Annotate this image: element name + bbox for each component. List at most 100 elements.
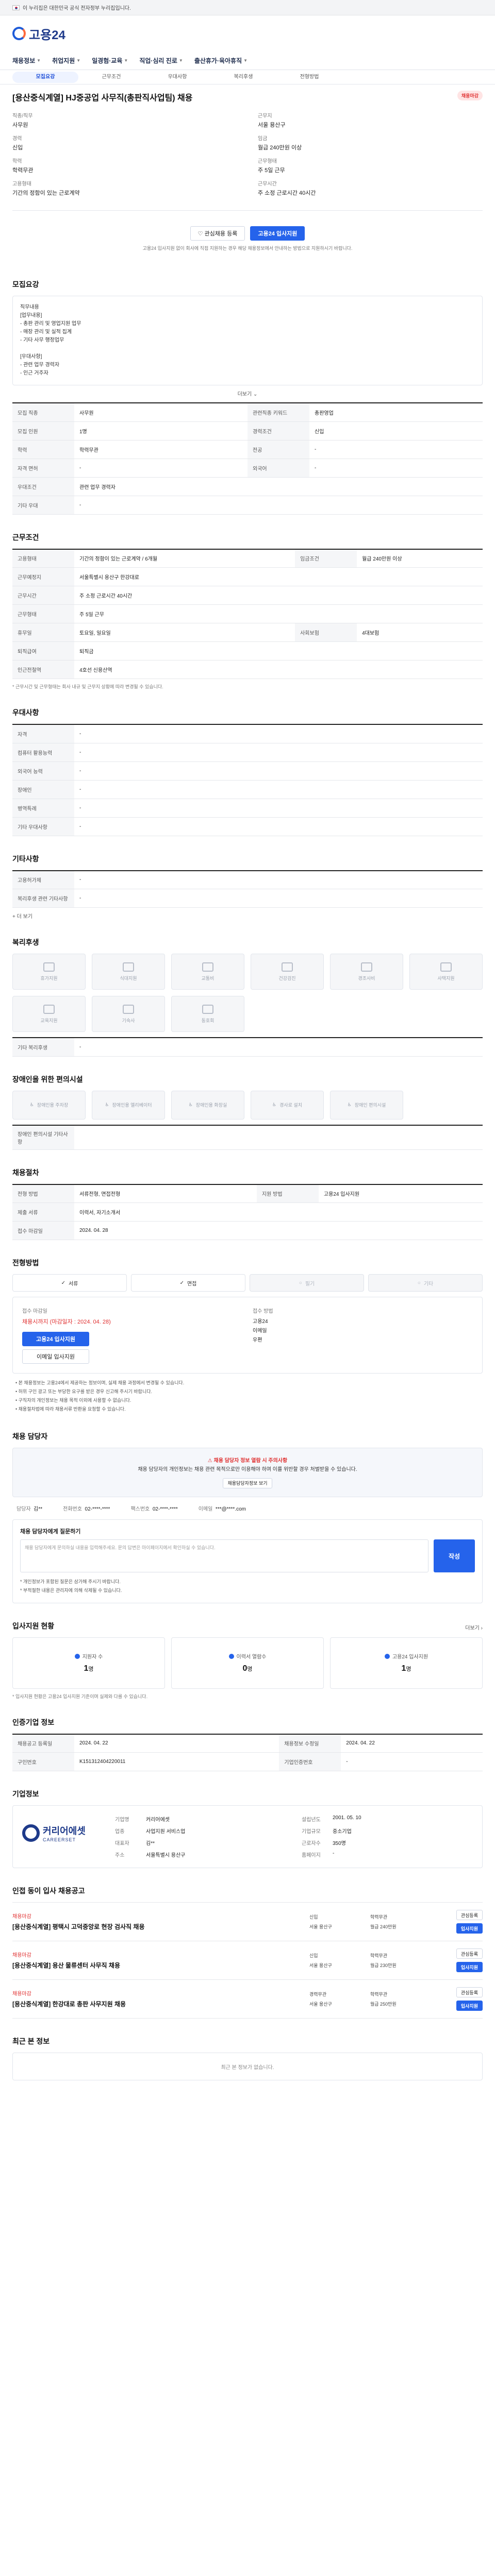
section-title-preference: 우대사항 <box>12 708 39 717</box>
table-cell: 1명 <box>74 421 248 440</box>
method-item: ✓ 서류 <box>12 1274 127 1292</box>
job-meta-item: 서울 용산구 <box>309 1924 332 1930</box>
section-title-accessibility: 장애인을 위한 편의시설 <box>12 1075 83 1083</box>
gnb-item-support[interactable]: 취업지원 ▼ <box>52 56 80 65</box>
apply-button[interactable]: 입사지원 <box>456 1962 483 1973</box>
job-title-link[interactable]: [용산중식계열] 한강대로 총판 사무지원 채용 <box>12 2000 301 2009</box>
gnb-item-career[interactable]: 직업·심리 진로 ▼ <box>139 56 183 65</box>
apply-button-2[interactable]: 고용24 입사지원 <box>22 1332 89 1346</box>
save-job-button[interactable]: 관심등록 <box>456 1910 483 1921</box>
table-row: 장애인 편의시설 기타사항 <box>12 1125 483 1150</box>
table-row: 병역특례 - <box>12 799 483 818</box>
company-info-value: 김** <box>146 1841 155 1847</box>
stat-card: 이력서 열람수 0명 <box>171 1637 324 1689</box>
company-info-row: 업종 사업지원 서비스업 <box>115 1827 286 1835</box>
save-job-button[interactable]: ♡ 관심채용 등록 <box>190 226 245 241</box>
chevron-down-icon: ▼ <box>124 58 128 63</box>
logo-icon <box>12 27 26 40</box>
benefit-icon <box>361 962 372 972</box>
method-grid: ✓ 서류 ✓ 면접 ○ 필기 ○ 기타 <box>12 1274 483 1292</box>
benefit-label: 식대지원 <box>120 975 137 981</box>
save-job-button[interactable]: 관심등록 <box>456 1987 483 1998</box>
tab-conditions[interactable]: 근무조건 <box>78 72 144 83</box>
table-row: 인근전철역 4호선 신용산역 <box>12 660 483 679</box>
question-input[interactable]: 채용 담당자에게 문의하실 내용을 입력해주세요. 문의 답변은 마이페이지에서… <box>20 1539 428 1573</box>
company-box: 커리어에셋 CAREERSET 기업명 커리어에셋 설립년도 2001. 05. 10… <box>12 1805 483 1869</box>
job-meta: 경력무관 학력무관 서울 용산구 월급 250만원 <box>309 1991 428 2007</box>
list-item[interactable]: 채용마감 [용산중식계열] 용산 물류센터 사무직 채용 신입 학력무관 서울 용산구 월… <box>12 1941 483 1979</box>
accessibility-card: ♿ 장애인용 주차장 <box>12 1090 86 1120</box>
section-title-company: 기업정보 <box>12 1790 39 1799</box>
table-cell: 4대보험 <box>357 623 483 642</box>
bullet-item: • 허위 구인 광고 또는 부당한 요구를 받은 경우 신고해 주시기 바랍니다… <box>15 1389 153 1395</box>
summary-item: 근무형태 주 5일 근무 <box>258 159 285 174</box>
table-header-cell: 근무형태 <box>12 604 74 623</box>
table-header-cell: 고용형태 <box>12 549 74 568</box>
table-cell: 고용24 입사지원 <box>318 1184 483 1203</box>
tab-selection[interactable]: 전형방법 <box>276 72 342 83</box>
table-cell: 퇴직금 <box>74 641 483 660</box>
question-box: 채용 담당자에게 질문하기 채용 담당자에게 문의하실 내용을 입력해주세요. … <box>12 1519 483 1603</box>
company-info-label: 대표자 <box>115 1841 129 1847</box>
benefit-extra-table: 기타 복리후생 - <box>12 1037 483 1057</box>
table-header-cell: 자격 <box>12 724 74 743</box>
question-submit-button[interactable]: 작성 <box>434 1539 475 1573</box>
table-row: 장애인 - <box>12 780 483 799</box>
section-title-etc: 기타사항 <box>12 854 39 863</box>
chevron-down-icon: ⌄ <box>253 392 258 397</box>
benefit-icon <box>202 962 213 972</box>
method-label: 필기 <box>305 1281 315 1287</box>
company-info-value: 서울특별시 용산구 <box>146 1853 186 1859</box>
table-row: 자격 - <box>12 724 483 743</box>
recruit-table: 모집 직종 사무원 관련직종 키워드 총판영업 모집 인원 1명 경력조건 신입 학력 학력무관 전… <box>12 402 483 515</box>
site-logo[interactable]: 고용24 <box>12 25 65 43</box>
tab-benefits[interactable]: 복리후생 <box>210 72 276 83</box>
table-cell: - <box>74 761 483 781</box>
tab-recruit[interactable]: 모집요강 <box>12 71 78 83</box>
accessibility-card: ♿ 장애인용 엘리베이터 <box>92 1090 165 1120</box>
view-contact-button[interactable]: 채용담당자정보 보기 <box>223 1478 272 1489</box>
more-button[interactable]: 더보기 ⌄ <box>12 385 483 397</box>
table-header-cell: 사회보험 <box>295 623 357 642</box>
table-cell: 토요일, 일요일 <box>74 623 295 642</box>
company-info-value: 사업지원 서비스업 <box>146 1829 186 1835</box>
apply-button[interactable]: 입사지원 <box>456 1923 483 1934</box>
job-title-link[interactable]: [용산중식계열] 용산 물류센터 사무직 채용 <box>12 1961 301 1970</box>
gnb-item-leave[interactable]: 출산휴가·육아휴직 ▼ <box>194 56 248 65</box>
table-cell: 기간의 정함이 있는 근로계약 / 6개월 <box>74 549 295 568</box>
table-header-cell: 인근전철역 <box>12 660 74 679</box>
job-title-link[interactable]: [용산중식계열] 평택시 고덕중앙로 현장 검사직 채용 <box>12 1923 301 1931</box>
job-status: 채용마감 <box>12 1953 31 1959</box>
gnb-item-training[interactable]: 일경험·교육 ▼ <box>92 56 128 65</box>
method-label: 면접 <box>187 1281 197 1287</box>
table-row: 구인번호 K151312404220011 기업인증번호 - <box>12 1752 483 1772</box>
list-item[interactable]: 채용마감 [용산중식계열] 평택시 고덕중앙로 현장 검사직 채용 신입 학력무관 서울… <box>12 1902 483 1941</box>
table-cell: 월급 240만원 이상 <box>357 549 483 568</box>
bullet-item: • 채용절차법에 따라 채용서류 반환을 요청할 수 있습니다. <box>15 1406 126 1412</box>
apply-button[interactable]: 입사지원 <box>456 2001 483 2011</box>
method-line: 이메일 <box>253 1328 267 1334</box>
table-header-cell: 기타 복리후생 <box>12 1038 74 1057</box>
job-status: 채용마감 <box>12 1914 31 1920</box>
method-item: ✓ 면접 <box>131 1274 245 1292</box>
benefit-card: 건강검진 <box>251 954 324 990</box>
table-cell: 사무원 <box>74 403 248 422</box>
table-header-cell: 전공 <box>248 440 309 459</box>
etc-more-button[interactable]: + 더 보기 <box>12 908 483 920</box>
list-item[interactable]: 채용마감 [용산중식계열] 한강대로 총판 사무지원 채용 경력무관 학력무관 서울 용… <box>12 1979 483 2019</box>
email-apply-button[interactable]: 이메일 입사지원 <box>22 1349 89 1364</box>
divider <box>12 210 483 211</box>
table-cell: - <box>74 724 483 743</box>
stats-more-link[interactable]: 더보기 › <box>465 1623 483 1631</box>
benefit-icon <box>440 962 452 972</box>
table-cell: - <box>74 496 483 515</box>
tab-preference[interactable]: 우대사항 <box>144 72 210 83</box>
gnb-item-jobs[interactable]: 채용정보 ▼ <box>12 56 41 65</box>
apply-button[interactable]: 고용24 입사지원 <box>250 226 305 241</box>
table-row: 자격 면허 - 외국어 - <box>12 459 483 478</box>
benefit-label: 교육지원 <box>40 1018 58 1023</box>
company-info-label: 근로자수 <box>302 1841 321 1847</box>
company-info-label: 기업명 <box>115 1817 129 1823</box>
job-info: 채용마감 [용산중식계열] 평택시 고덕중앙로 현장 검사직 채용 <box>12 1912 301 1931</box>
save-job-button[interactable]: 관심등록 <box>456 1948 483 1959</box>
